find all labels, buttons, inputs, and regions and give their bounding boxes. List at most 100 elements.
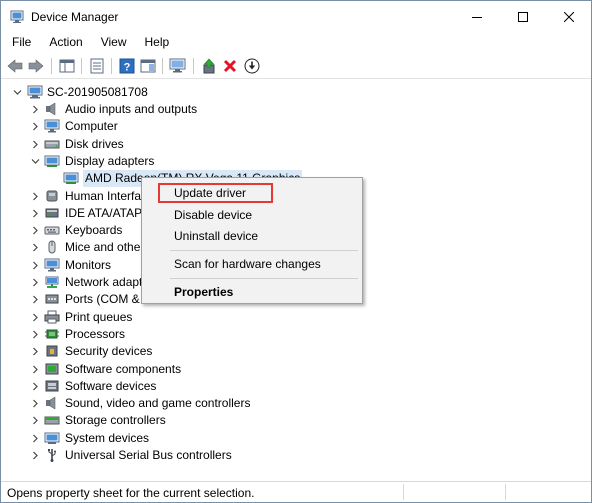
- close-icon: [564, 12, 574, 22]
- chevron-right-icon[interactable]: [31, 140, 40, 149]
- chevron-right-icon[interactable]: [31, 451, 40, 460]
- device-manager-window: Device Manager File Action View Help ? S…: [0, 0, 592, 503]
- chevron-right-icon[interactable]: [31, 365, 40, 374]
- status-bar: Opens property sheet for the current sel…: [1, 481, 591, 502]
- processor-icon: [45, 329, 59, 339]
- tree-category-node[interactable]: Disk drives: [1, 136, 301, 153]
- red-x-icon: [223, 59, 237, 73]
- chevron-right-icon[interactable]: [31, 330, 40, 339]
- help-icon: ?: [119, 58, 135, 74]
- chevron-right-icon[interactable]: [31, 243, 40, 252]
- forward-button[interactable]: [27, 57, 45, 75]
- tree-category-node[interactable]: Display adapters: [1, 153, 301, 170]
- tree-node-label: Software components: [65, 362, 182, 376]
- chevron-right-icon[interactable]: [31, 347, 40, 356]
- action-pane-icon: [140, 59, 156, 73]
- menu-view[interactable]: View: [90, 33, 134, 53]
- properties-button[interactable]: [88, 57, 106, 75]
- ctx-update-driver[interactable]: Update driver: [174, 186, 246, 200]
- tree-category-node[interactable]: Print queues: [1, 309, 301, 326]
- enable-device-button[interactable]: [243, 57, 261, 75]
- menu-file[interactable]: File: [1, 33, 38, 53]
- download-circle-icon: [244, 58, 260, 74]
- tree-category-node[interactable]: Audio inputs and outputs: [1, 101, 301, 118]
- chevron-right-icon[interactable]: [31, 226, 40, 235]
- maximize-icon: [518, 12, 528, 22]
- scan-monitor-icon: [169, 58, 186, 73]
- show-hide-console-tree-button[interactable]: [58, 57, 76, 75]
- system-icon: [44, 432, 60, 444]
- help-button[interactable]: ?: [118, 57, 136, 75]
- tree-root-node[interactable]: SC-201905081708: [1, 84, 301, 101]
- tree-category-node[interactable]: System devices: [1, 430, 301, 447]
- scan-hardware-button[interactable]: [169, 57, 187, 75]
- chevron-right-icon[interactable]: [31, 295, 40, 304]
- ctx-properties[interactable]: Properties: [174, 285, 233, 299]
- tree-category-node[interactable]: Software devices: [1, 378, 301, 395]
- minimize-icon: [472, 17, 482, 18]
- context-menu: Update driver Disable device Uninstall d…: [141, 177, 363, 304]
- tree-category-node[interactable]: Security devices: [1, 343, 301, 360]
- update-driver-button[interactable]: [200, 57, 218, 75]
- tree-node-label: Disk drives: [65, 137, 124, 151]
- tree-category-node[interactable]: Software components: [1, 361, 301, 378]
- speaker-icon: [46, 102, 56, 116]
- chevron-right-icon[interactable]: [31, 382, 40, 391]
- menu-action[interactable]: Action: [38, 33, 89, 53]
- svg-text:?: ?: [124, 62, 131, 74]
- minimize-button[interactable]: [454, 1, 500, 33]
- chevron-right-icon[interactable]: [31, 278, 40, 287]
- console-tree-icon: [59, 59, 75, 73]
- title-bar: Device Manager: [1, 1, 591, 33]
- tree-category-node[interactable]: Processors: [1, 326, 301, 343]
- ctx-uninstall-device[interactable]: Uninstall device: [174, 229, 258, 243]
- close-button[interactable]: [546, 1, 592, 33]
- ctx-separator: [170, 250, 358, 251]
- back-button[interactable]: [6, 57, 24, 75]
- monitor-icon: [44, 119, 60, 133]
- maximize-button[interactable]: [500, 1, 546, 33]
- usb-icon: [48, 449, 56, 462]
- tree-node-label: Storage controllers: [65, 413, 166, 427]
- tree-category-node[interactable]: Computer: [1, 118, 301, 135]
- speaker-icon: [46, 396, 56, 410]
- tree-node-label: System devices: [65, 431, 150, 445]
- tree-category-node[interactable]: Sound, video and game controllers: [1, 395, 301, 412]
- chevron-right-icon[interactable]: [31, 209, 40, 218]
- tree-category-node[interactable]: Universal Serial Bus controllers: [1, 447, 301, 464]
- tree-node-label: Computer: [65, 119, 118, 133]
- chevron-down-icon[interactable]: [31, 157, 40, 166]
- status-text: Opens property sheet for the current sel…: [7, 486, 255, 500]
- tree-node-label: Software devices: [65, 379, 157, 393]
- chevron-right-icon[interactable]: [31, 192, 40, 201]
- ctx-scan-hardware[interactable]: Scan for hardware changes: [174, 257, 321, 271]
- menu-help[interactable]: Help: [134, 33, 177, 53]
- tree-node-label: Processors: [65, 327, 126, 341]
- update-driver-icon: [203, 58, 215, 74]
- chevron-right-icon[interactable]: [31, 105, 40, 114]
- disk-icon: [44, 140, 60, 149]
- display-adapter-icon: [63, 172, 79, 184]
- ide-icon: [45, 208, 59, 218]
- menu-bar: File Action View Help: [1, 33, 591, 53]
- uninstall-device-button[interactable]: [221, 57, 239, 75]
- tree-node-label: Network adapt: [65, 275, 143, 289]
- toolbar-separator: [111, 58, 112, 74]
- action-pane-button[interactable]: [139, 57, 157, 75]
- tree-node-label: Mice and other: [65, 240, 145, 254]
- security-icon: [46, 345, 58, 357]
- chevron-right-icon[interactable]: [31, 416, 40, 425]
- chevron-right-icon[interactable]: [31, 261, 40, 270]
- forward-arrow-icon: [28, 59, 44, 73]
- tree-category-node[interactable]: Storage controllers: [1, 412, 301, 429]
- tree-node-label: Monitors: [65, 258, 112, 272]
- back-arrow-icon: [7, 59, 23, 73]
- ctx-disable-device[interactable]: Disable device: [174, 208, 252, 222]
- toolbar-separator: [51, 58, 52, 74]
- chevron-down-icon[interactable]: [13, 88, 22, 97]
- chevron-right-icon[interactable]: [31, 399, 40, 408]
- chevron-right-icon[interactable]: [31, 434, 40, 443]
- chevron-right-icon[interactable]: [31, 313, 40, 322]
- chevron-right-icon[interactable]: [31, 122, 40, 131]
- tree-node-label: Human Interfa: [65, 189, 142, 203]
